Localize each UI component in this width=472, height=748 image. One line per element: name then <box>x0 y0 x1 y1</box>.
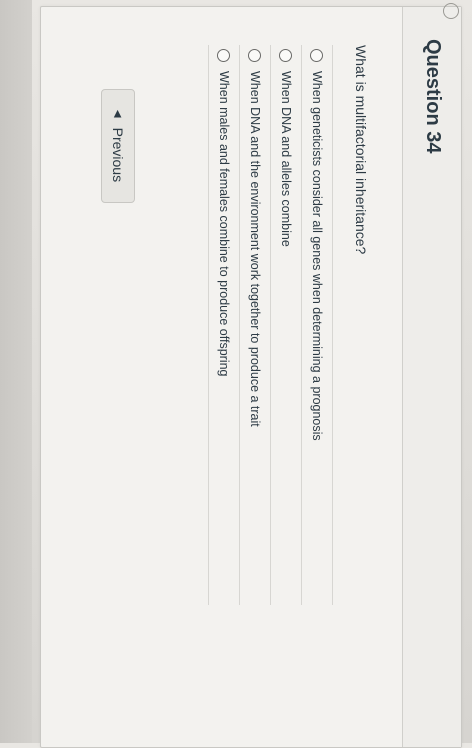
answer-option-1[interactable]: When geneticists consider all genes when… <box>302 45 333 605</box>
chevron-left-icon: ◀ <box>112 109 124 118</box>
question-text: What is multifactorial inheritance? <box>353 45 369 255</box>
background-shade <box>0 0 32 743</box>
answer-label: When geneticists consider all genes when… <box>310 71 324 441</box>
question-header: Question 34 <box>402 3 461 747</box>
answer-option-2[interactable]: When DNA and alleles combine <box>271 45 302 605</box>
previous-button[interactable]: ◀ Previous <box>101 89 135 203</box>
answer-option-4[interactable]: When males and females combine to produc… <box>208 45 240 605</box>
circle-icon <box>443 3 459 19</box>
radio-button[interactable] <box>217 49 231 62</box>
radio-button[interactable] <box>248 49 262 62</box>
radio-button[interactable] <box>310 49 324 62</box>
answer-label: When males and females combine to produc… <box>217 71 231 377</box>
quiz-screen: Question 34 What is multifactorial inher… <box>0 0 472 748</box>
answer-label: When DNA and the environment work togeth… <box>248 71 262 427</box>
question-title: Question 34 <box>422 39 444 154</box>
previous-button-label: Previous <box>110 127 126 183</box>
answer-option-3[interactable]: When DNA and the environment work togeth… <box>240 45 271 605</box>
answer-list: When geneticists consider all genes when… <box>208 45 333 605</box>
radio-button[interactable] <box>279 49 293 62</box>
answer-label: When DNA and alleles combine <box>279 71 293 247</box>
question-card: Question 34 What is multifactorial inher… <box>40 3 462 748</box>
